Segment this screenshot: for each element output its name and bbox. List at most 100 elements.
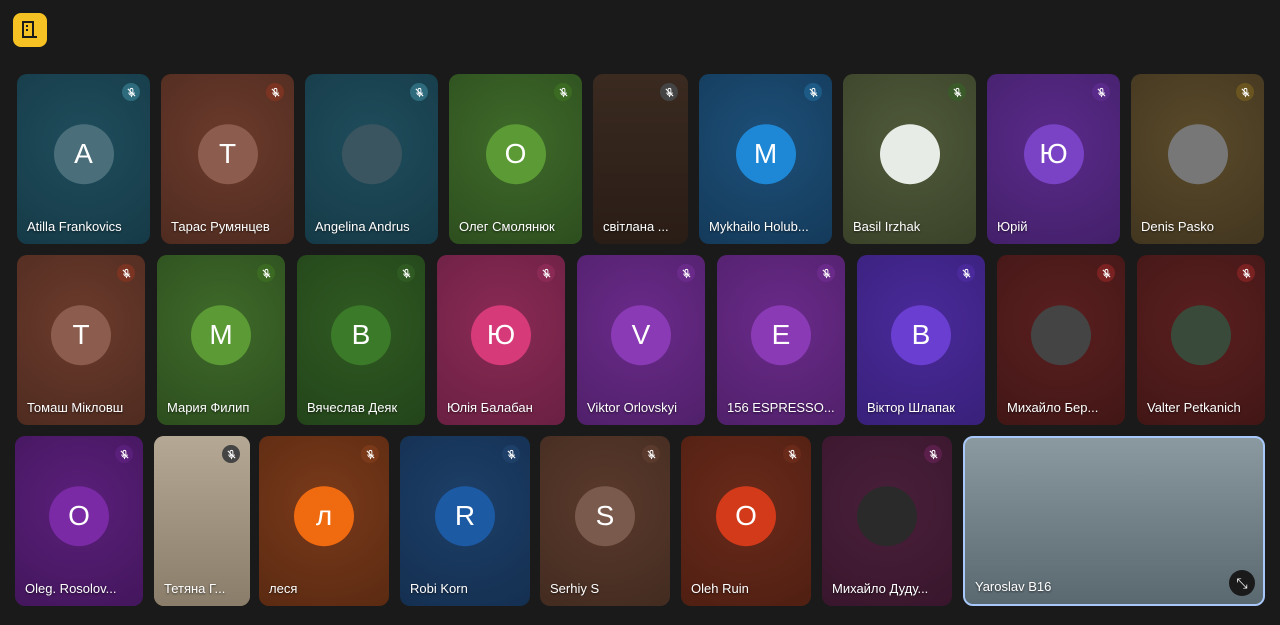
- participant-tile[interactable]: Ю Юрій: [987, 74, 1120, 244]
- mic-off-icon: [222, 445, 240, 463]
- mic-off-icon: [410, 83, 428, 101]
- participant-name: Basil Irzhak: [853, 219, 921, 234]
- avatar: [857, 486, 917, 547]
- pin-icon[interactable]: ⤡: [1229, 570, 1255, 596]
- participant-name: Томаш Мікловш: [27, 400, 124, 415]
- participant-name: Віктор Шлапак: [867, 400, 955, 415]
- avatar: E: [751, 305, 811, 366]
- participant-tile[interactable]: л леся: [259, 436, 389, 606]
- mic-off-icon: [117, 264, 135, 282]
- mic-off-icon: [554, 83, 572, 101]
- avatar: B: [891, 305, 951, 366]
- mic-off-icon: [660, 83, 678, 101]
- avatar: S: [575, 486, 635, 547]
- participant-tile[interactable]: Михайло Бер...: [997, 255, 1125, 425]
- avatar: [1031, 305, 1091, 366]
- participant-tile[interactable]: B Вячеслав Деяк: [297, 255, 425, 425]
- mic-off-icon: [677, 264, 695, 282]
- participant-tile[interactable]: Тетяна Г...: [154, 436, 250, 606]
- avatar: [879, 124, 940, 185]
- participant-tile[interactable]: S Serhiy S: [540, 436, 670, 606]
- participant-name: Robi Korn: [410, 581, 468, 596]
- avatar: Ю: [471, 305, 531, 366]
- participant-tile[interactable]: M Mykhailo Holub...: [699, 74, 832, 244]
- participant-tile[interactable]: світлана ...: [593, 74, 688, 244]
- participant-tile[interactable]: R Robi Korn: [400, 436, 530, 606]
- avatar: V: [611, 305, 671, 366]
- mic-off-icon: [1236, 83, 1254, 101]
- avatar: O: [49, 486, 109, 547]
- mic-off-icon: [948, 83, 966, 101]
- participant-name: Михайло Бер...: [1007, 400, 1099, 415]
- participant-tile[interactable]: M Мария Филип: [157, 255, 285, 425]
- building-icon-button[interactable]: [13, 13, 47, 47]
- participant-name: Oleh Ruin: [691, 581, 749, 596]
- participant-name: Valter Petkanich: [1147, 400, 1241, 415]
- avatar: Ю: [1023, 124, 1084, 185]
- participant-name: Angelina Andrus: [315, 219, 410, 234]
- avatar: R: [435, 486, 495, 547]
- avatar: [1167, 124, 1228, 185]
- mic-off-icon: [115, 445, 133, 463]
- avatar: T: [51, 305, 111, 366]
- participant-name: Yaroslav B16: [975, 579, 1052, 594]
- mic-off-icon: [1097, 264, 1115, 282]
- avatar: [341, 124, 402, 185]
- participant-name: Олег Смолянюк: [459, 219, 555, 234]
- participant-tile[interactable]: Михайло Дуду...: [822, 436, 952, 606]
- mic-off-icon: [1237, 264, 1255, 282]
- participant-name: Oleg. Rosolov...: [25, 581, 117, 596]
- avatar: [1171, 305, 1231, 366]
- participant-tile[interactable]: T Тарас Румянцев: [161, 74, 294, 244]
- mic-off-icon: [257, 264, 275, 282]
- mic-off-icon: [957, 264, 975, 282]
- mic-off-icon: [804, 83, 822, 101]
- mic-off-icon: [924, 445, 942, 463]
- participant-name: Atilla Frankovics: [27, 219, 122, 234]
- avatar: O: [716, 486, 776, 547]
- participant-tile[interactable]: O Oleh Ruin: [681, 436, 811, 606]
- avatar: B: [331, 305, 391, 366]
- participant-name: Тетяна Г...: [164, 581, 226, 596]
- participant-tile[interactable]: Ю Юлія Балабан: [437, 255, 565, 425]
- participant-name: Юрій: [997, 219, 1028, 234]
- participant-tile[interactable]: O Олег Смолянюк: [449, 74, 582, 244]
- avatar: T: [197, 124, 258, 185]
- avatar: л: [294, 486, 354, 547]
- mic-off-icon: [1092, 83, 1110, 101]
- mic-off-icon: [502, 445, 520, 463]
- participant-name: Вячеслав Деяк: [307, 400, 398, 415]
- mic-off-icon: [817, 264, 835, 282]
- participant-name: Тарас Румянцев: [171, 219, 270, 234]
- avatar: M: [191, 305, 251, 366]
- mic-off-icon: [537, 264, 555, 282]
- participant-name: Denis Pasko: [1141, 219, 1214, 234]
- participant-tile[interactable]: Valter Petkanich: [1137, 255, 1265, 425]
- participant-name: леся: [269, 581, 298, 596]
- mic-off-icon: [122, 83, 140, 101]
- mic-off-icon: [397, 264, 415, 282]
- participant-tile[interactable]: B Віктор Шлапак: [857, 255, 985, 425]
- participant-name: Serhiy S: [550, 581, 600, 596]
- participant-tile[interactable]: T Томаш Мікловш: [17, 255, 145, 425]
- participant-name: 156 ESPRESSO...: [727, 400, 835, 415]
- mic-off-icon: [642, 445, 660, 463]
- participant-tile[interactable]: Yaroslav B16 ⤡: [963, 436, 1265, 606]
- avatar: O: [485, 124, 546, 185]
- participant-name: Михайло Дуду...: [832, 581, 929, 596]
- avatar: M: [735, 124, 796, 185]
- avatar: A: [53, 124, 114, 185]
- mic-off-icon: [266, 83, 284, 101]
- participant-name: Viktor Orlovskyi: [587, 400, 678, 415]
- participant-name: Mykhailo Holub...: [709, 219, 809, 234]
- participant-tile[interactable]: Angelina Andrus: [305, 74, 438, 244]
- participant-name: світлана ...: [603, 219, 669, 234]
- participant-tile[interactable]: Basil Irzhak: [843, 74, 976, 244]
- participant-tile[interactable]: V Viktor Orlovskyi: [577, 255, 705, 425]
- participant-tile[interactable]: Denis Pasko: [1131, 74, 1264, 244]
- building-icon: [22, 21, 37, 38]
- participant-tile[interactable]: E 156 ESPRESSO...: [717, 255, 845, 425]
- participant-tile[interactable]: O Oleg. Rosolov...: [15, 436, 143, 606]
- mic-off-icon: [783, 445, 801, 463]
- participant-tile[interactable]: A Atilla Frankovics: [17, 74, 150, 244]
